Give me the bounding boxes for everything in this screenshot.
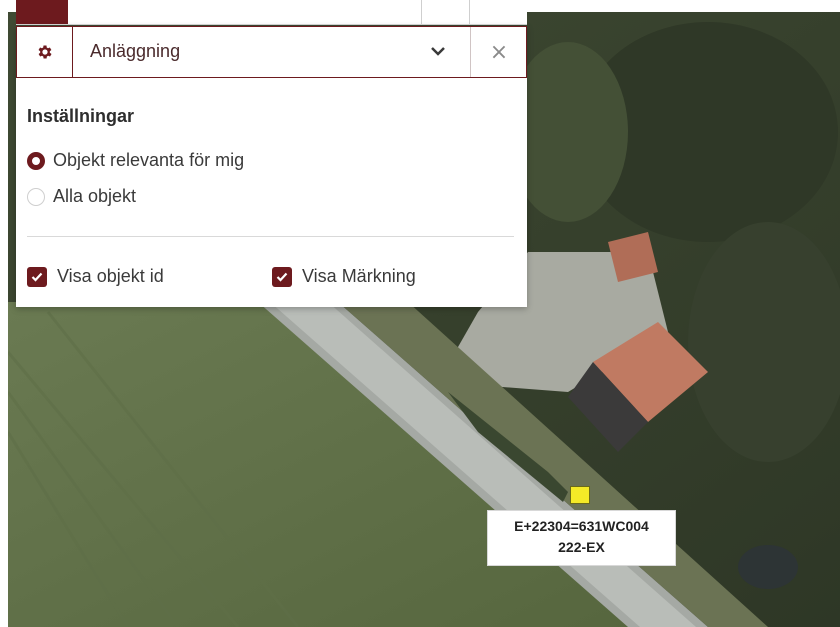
settings-title: Inställningar — [27, 106, 135, 126]
top-toolbar-strip — [16, 0, 527, 25]
map-marker-label: E+22304=631WC004 222-EX — [487, 510, 676, 566]
checkbox-label: Visa Märkning — [302, 266, 416, 286]
map-marker[interactable] — [570, 486, 590, 504]
checkbox-checked[interactable] — [272, 266, 292, 287]
layer-select-value[interactable]: Anläggning — [90, 41, 180, 62]
radio-button-unchecked[interactable] — [27, 187, 45, 206]
divider — [27, 236, 514, 237]
radio-button-checked[interactable] — [27, 151, 45, 170]
layer-settings-panel: Anläggning × Inställningar Objekt releva… — [16, 26, 527, 307]
radio-all-objects[interactable]: Alla objekt — [27, 186, 136, 207]
chevron-down-icon[interactable] — [430, 45, 446, 57]
radio-relevant-objects[interactable]: Objekt relevanta för mig — [27, 150, 244, 171]
radio-label: Alla objekt — [53, 186, 137, 206]
gear-icon — [38, 45, 52, 59]
checkbox-checked[interactable] — [27, 266, 47, 287]
check-icon — [276, 272, 288, 282]
toolbar-accent — [16, 0, 68, 24]
marker-label-line: E+22304=631WC004 — [514, 518, 649, 534]
toolbar-separator — [421, 0, 422, 24]
close-icon: × — [489, 39, 509, 65]
settings-button[interactable] — [17, 27, 73, 77]
checkbox-label: Visa objekt id — [57, 266, 164, 286]
layer-select-header: Anläggning × — [16, 26, 527, 78]
map-view: Anläggning × Inställningar Objekt releva… — [0, 0, 840, 627]
check-icon — [31, 272, 43, 282]
close-button[interactable]: × — [470, 27, 527, 77]
toolbar-separator — [469, 0, 470, 24]
marker-label-line: 222-EX — [558, 539, 605, 555]
checkbox-show-object-id[interactable]: Visa objekt id — [27, 266, 164, 287]
radio-label: Objekt relevanta för mig — [53, 150, 245, 170]
checkbox-show-marking[interactable]: Visa Märkning — [272, 266, 416, 287]
